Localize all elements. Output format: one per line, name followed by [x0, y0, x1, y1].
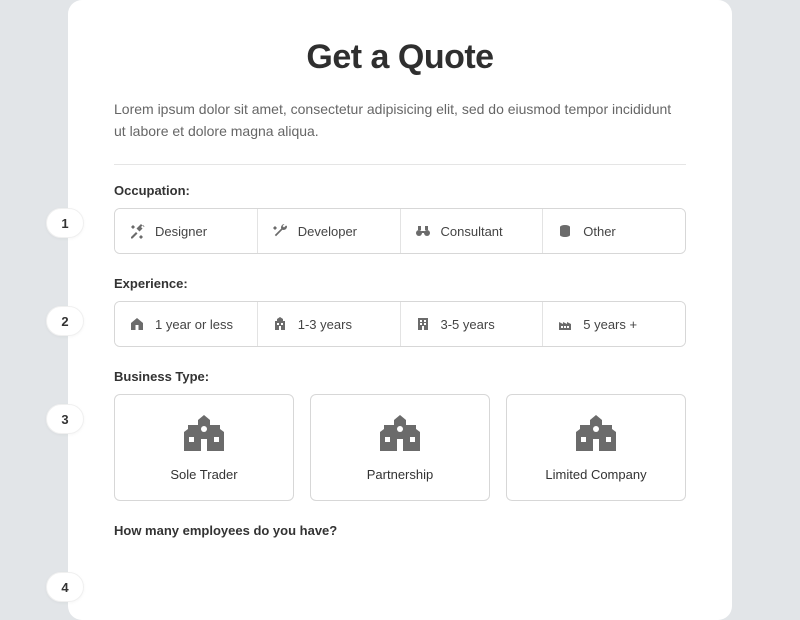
business-option-limited-company[interactable]: Limited Company [506, 394, 686, 501]
step-badge-2: 2 [46, 306, 84, 336]
option-label: Designer [155, 224, 207, 239]
step-badge-4: 4 [46, 572, 84, 602]
business-option-partnership[interactable]: Partnership [310, 394, 490, 501]
occupation-label: Occupation: [114, 183, 686, 198]
option-label: Developer [298, 224, 357, 239]
business-option-sole-trader[interactable]: Sole Trader [114, 394, 294, 501]
small-building-icon [272, 316, 288, 332]
intro-text: Lorem ipsum dolor sit amet, consectetur … [114, 99, 686, 142]
step-badge-3: 3 [46, 404, 84, 434]
section-occupation: Occupation: Designer Developer [114, 183, 686, 254]
employees-label: How many employees do you have? [114, 523, 686, 538]
option-label: 1 year or less [155, 317, 233, 332]
business-type-label: Business Type: [114, 369, 686, 384]
occupation-option-developer[interactable]: Developer [258, 209, 401, 253]
schoolhouse-icon [182, 413, 226, 453]
section-business-type: Business Type: Sole Trader [114, 369, 686, 501]
factory-icon [557, 316, 573, 332]
tools-icon [129, 223, 145, 239]
option-label: 3-5 years [441, 317, 495, 332]
binoculars-icon [415, 223, 431, 239]
page-title: Get a Quote [114, 38, 686, 77]
quote-form-card: Get a Quote Lorem ipsum dolor sit amet, … [68, 0, 732, 620]
section-experience: Experience: 1 year or less 1-3 years [114, 276, 686, 347]
experience-label: Experience: [114, 276, 686, 291]
wrench-icon [272, 223, 288, 239]
experience-option-1year[interactable]: 1 year or less [115, 302, 258, 346]
experience-option-5years[interactable]: 5 years + [543, 302, 685, 346]
stack-icon [557, 223, 573, 239]
business-option-label: Partnership [321, 467, 479, 482]
section-employees: How many employees do you have? [114, 523, 686, 538]
experience-option-3-5years[interactable]: 3-5 years [401, 302, 544, 346]
option-label: 5 years + [583, 317, 637, 332]
business-option-label: Sole Trader [125, 467, 283, 482]
occupation-option-designer[interactable]: Designer [115, 209, 258, 253]
schoolhouse-icon [378, 413, 422, 453]
occupation-options: Designer Developer Consultant [114, 208, 686, 254]
divider [114, 164, 686, 165]
business-type-options: Sole Trader Partnership [114, 394, 686, 501]
experience-options: 1 year or less 1-3 years 3-5 years [114, 301, 686, 347]
option-label: Other [583, 224, 616, 239]
option-label: Consultant [441, 224, 503, 239]
schoolhouse-icon [574, 413, 618, 453]
option-label: 1-3 years [298, 317, 352, 332]
building-icon [415, 316, 431, 332]
experience-option-1-3years[interactable]: 1-3 years [258, 302, 401, 346]
step-badge-1: 1 [46, 208, 84, 238]
business-option-label: Limited Company [517, 467, 675, 482]
house-icon [129, 316, 145, 332]
occupation-option-other[interactable]: Other [543, 209, 685, 253]
occupation-option-consultant[interactable]: Consultant [401, 209, 544, 253]
